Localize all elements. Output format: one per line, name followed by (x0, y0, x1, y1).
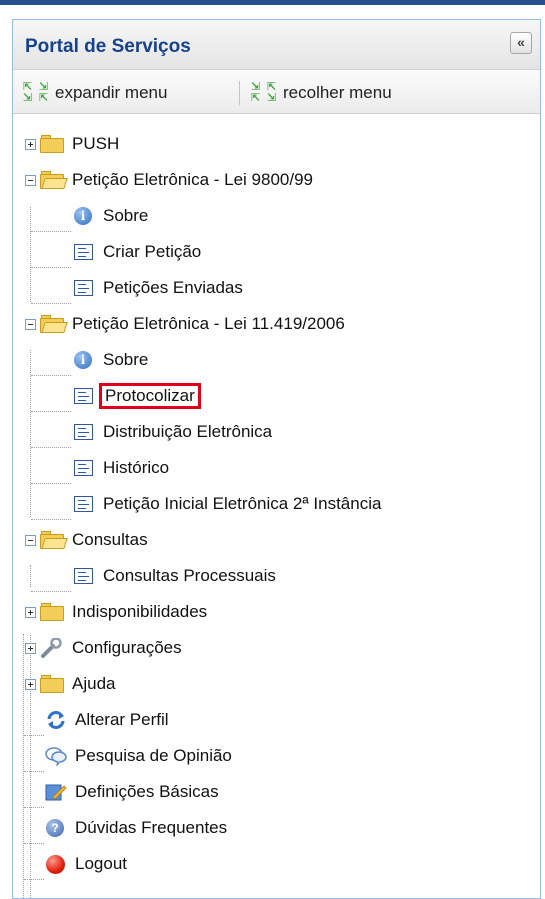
expand-menu-label: expandir menu (55, 83, 168, 102)
tree-node-configuracoes[interactable]: Configurações (25, 633, 184, 663)
tree-connector (24, 735, 44, 737)
info-icon: i (73, 206, 95, 226)
logout-red-ball-icon (45, 854, 67, 874)
folder-icon (40, 135, 66, 153)
tree-node-indisponibilidades[interactable]: Indisponibilidades (25, 597, 209, 627)
tree-item-pesquisa-opiniao[interactable]: Pesquisa de Opinião (45, 741, 234, 771)
tree-item-consultas-processuais[interactable]: Consultas Processuais (73, 561, 278, 591)
tree-item-criar-peticao[interactable]: Criar Petição (73, 237, 203, 267)
panel-header: Portal de Serviços « (13, 20, 540, 70)
tree-node-push[interactable]: PUSH (25, 129, 121, 159)
tree-connector (24, 879, 44, 881)
tree-connector (31, 591, 71, 593)
double-chevron-left-icon: « (517, 34, 525, 50)
tree-item-logout[interactable]: Logout (45, 849, 129, 879)
tree-item-protocolizar[interactable]: Protocolizar (73, 381, 201, 411)
tree-item-distribuicao-eletronica[interactable]: Distribuição Eletrônica (73, 417, 274, 447)
refresh-icon (45, 710, 67, 730)
folder-icon (40, 603, 66, 621)
tree-connector (24, 771, 44, 773)
tree-item-peticao-inicial[interactable]: Petição Inicial Eletrônica 2ª Instância (73, 489, 383, 519)
panel-title: Portal de Serviços (25, 36, 191, 57)
folder-open-icon (40, 315, 68, 333)
expand-menu-button[interactable]: ⇱ ⇲ ⇲ ⇱ expandir menu (21, 82, 167, 104)
tree-guide-line (30, 565, 32, 587)
tree-connector (31, 447, 71, 449)
tree-item-peticoes-enviadas[interactable]: Petições Enviadas (73, 273, 245, 303)
collapse-menu-label: recolher menu (283, 83, 392, 102)
tree-connector (24, 807, 44, 809)
services-panel: Portal de Serviços « ⇱ ⇲ ⇲ ⇱ expandir menu… (12, 19, 541, 899)
tree-connector (31, 483, 71, 485)
collapse-panel-button[interactable]: « (510, 32, 532, 54)
expand-toggle-icon[interactable] (25, 606, 36, 618)
document-list-icon (73, 386, 95, 406)
collapse-toggle-icon[interactable] (25, 174, 36, 186)
collapse-menu-button[interactable]: ⇲ ⇱ ⇱ ⇲ recolher menu (249, 82, 392, 104)
tree-node-ajuda[interactable]: Ajuda (25, 669, 117, 699)
folder-open-icon (40, 531, 68, 549)
tree-node-lei-11419[interactable]: Petição Eletrônica - Lei 11.419/2006 (25, 309, 347, 339)
portal-window: Portal de Serviços « ⇱ ⇲ ⇲ ⇱ expandir menu… (0, 5, 545, 899)
expand-toggle-icon[interactable] (25, 642, 36, 654)
tree-item-alterar-perfil[interactable]: Alterar Perfil (45, 705, 171, 735)
folder-icon (40, 675, 66, 693)
tree-item-lei9800-sobre[interactable]: i Sobre (73, 201, 150, 231)
collapse-toggle-icon[interactable] (25, 534, 36, 546)
expand-toggle-icon[interactable] (25, 138, 36, 150)
document-list-icon (73, 278, 95, 298)
collapse-toggle-icon[interactable] (25, 318, 36, 330)
folder-open-icon (40, 171, 68, 189)
menu-toolbar: ⇱ ⇲ ⇲ ⇱ expandir menu ⇲ ⇱ ⇱ ⇲ recolher menu (13, 70, 540, 114)
document-list-icon (73, 494, 95, 514)
document-list-icon (73, 422, 95, 442)
tree-node-consultas[interactable]: Consultas (25, 525, 150, 555)
info-icon: i (73, 350, 95, 370)
document-list-icon (73, 458, 95, 478)
speech-bubble-icon (45, 746, 67, 767)
tree-connector (31, 303, 71, 305)
tree-connector (31, 411, 71, 413)
document-list-icon (73, 242, 95, 262)
expand-toggle-icon[interactable] (25, 678, 36, 690)
tree-item-duvidas-frequentes[interactable]: ? Dúvidas Frequentes (45, 813, 229, 843)
tree-connector (31, 231, 71, 233)
tree-node-lei-9800[interactable]: Petição Eletrônica - Lei 9800/99 (25, 165, 315, 195)
tree-item-definicoes-basicas[interactable]: Definições Básicas (45, 777, 221, 807)
edit-pencil-icon (45, 782, 67, 802)
wrench-icon (40, 637, 66, 658)
tree-connector (31, 267, 71, 269)
tree-connector (31, 519, 71, 521)
toolbar-separator (239, 81, 240, 105)
tree-connector (24, 843, 44, 845)
tree-item-historico[interactable]: Histórico (73, 453, 171, 483)
tree-connector (31, 375, 71, 377)
tree-guide-line (30, 207, 32, 302)
help-icon: ? (45, 818, 67, 838)
tree-item-lei11419-sobre[interactable]: i Sobre (73, 345, 150, 375)
document-list-icon (73, 566, 95, 586)
collapse-arrows-icon: ⇲ ⇱ ⇱ ⇲ (251, 81, 277, 104)
expand-arrows-icon: ⇱ ⇲ ⇲ ⇱ (23, 81, 49, 104)
